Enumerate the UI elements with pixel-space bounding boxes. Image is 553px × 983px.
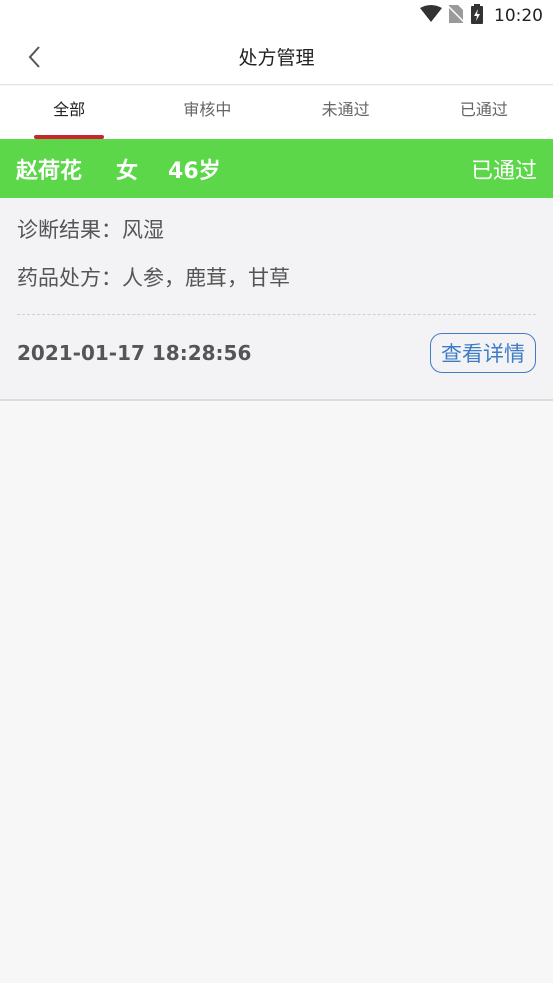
- clock-time: 10:20: [494, 6, 543, 26]
- patient-name: 赵荷花: [16, 158, 83, 184]
- tab-all[interactable]: 全部: [0, 86, 138, 139]
- prescription-timestamp: 2021-01-17 18:28:56: [17, 341, 252, 365]
- battery-charging-icon: [470, 4, 484, 28]
- tab-label: 已通过: [459, 100, 508, 119]
- tab-approved[interactable]: 已通过: [415, 86, 553, 139]
- view-details-button[interactable]: 查看详情: [430, 333, 536, 373]
- filter-tabs: 全部 审核中 未通过 已通过: [0, 86, 553, 139]
- tab-label: 全部: [53, 100, 86, 119]
- page-title: 处方管理: [238, 47, 315, 69]
- status-bar: 10:20: [0, 0, 553, 32]
- prescription-card: 赵荷花 女 46岁 已通过 诊断结果：风湿 药品处方：人参，鹿茸，甘草 2021…: [0, 139, 553, 401]
- status-icons: 10:20: [420, 4, 543, 28]
- tab-rejected[interactable]: 未通过: [277, 86, 415, 139]
- patient-age: 46岁: [168, 158, 221, 184]
- status-badge: 已通过: [470, 158, 537, 184]
- no-sim-icon: [447, 4, 465, 28]
- patient-header: 赵荷花 女 46岁 已通过: [0, 139, 553, 198]
- diagnosis-text: 诊断结果：风湿: [17, 218, 164, 242]
- wifi-icon: [420, 5, 442, 27]
- patient-gender: 女: [116, 158, 139, 184]
- tab-label: 审核中: [183, 100, 232, 119]
- card-body: 诊断结果：风湿 药品处方：人参，鹿茸，甘草 2021-01-17 18:28:5…: [0, 198, 553, 397]
- card-footer: 2021-01-17 18:28:56 查看详情: [17, 309, 536, 397]
- tab-reviewing[interactable]: 审核中: [138, 86, 276, 139]
- nav-bar: 处方管理: [0, 32, 553, 85]
- tab-label: 未通过: [321, 100, 370, 119]
- medicine-text: 药品处方：人参，鹿茸，甘草: [17, 266, 290, 290]
